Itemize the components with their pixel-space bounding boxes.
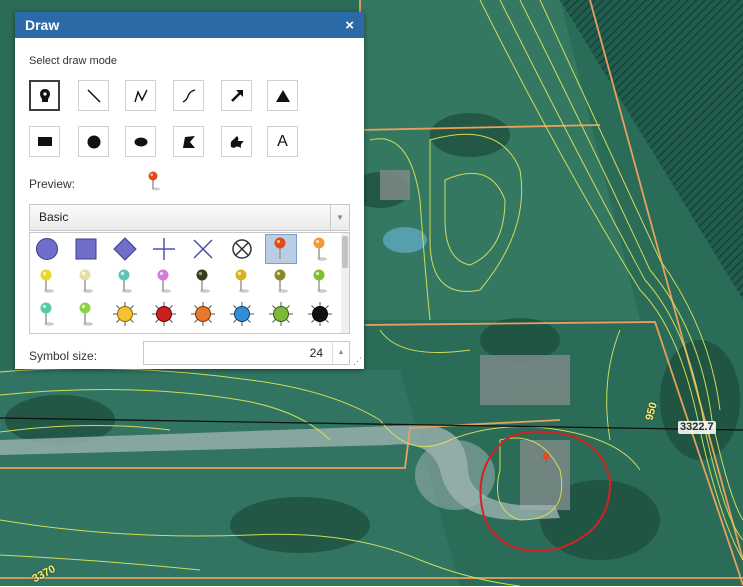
mode-rectangle-button[interactable]: [29, 126, 60, 157]
mode-freehand-polyline-button[interactable]: [173, 80, 204, 111]
mode-polyline-button[interactable]: [125, 80, 156, 111]
cross-symbol-icon: [153, 238, 175, 260]
symbol-sun-yellow[interactable]: [109, 299, 141, 329]
yellow-sun-icon: [113, 302, 137, 326]
line-icon: [86, 88, 101, 103]
symbol-sun-black[interactable]: [304, 299, 336, 329]
preview-symbol: [147, 170, 161, 197]
circle-x-symbol-icon: [232, 239, 252, 259]
symbol-cross[interactable]: [148, 234, 180, 264]
circle-symbol-icon: [36, 238, 58, 260]
chevron-up-icon[interactable]: ▲: [338, 342, 345, 364]
orange-sun-icon: [191, 302, 215, 326]
circle-icon: [87, 135, 100, 148]
symbol-circle-x[interactable]: [226, 234, 258, 264]
symbol-pin-teal[interactable]: [109, 266, 141, 296]
draw-mode-label: Select draw mode: [29, 55, 118, 67]
gold-pushpin-icon: [235, 269, 249, 293]
mode-line-button[interactable]: [78, 80, 109, 111]
symbol-sun-red[interactable]: [148, 299, 180, 329]
symbol-pin-lime[interactable]: [70, 299, 102, 329]
symbol-pin-red-selected[interactable]: [265, 234, 297, 264]
blue-sun-icon: [230, 302, 254, 326]
green-sun-icon: [269, 302, 293, 326]
scrollbar-thumb[interactable]: [342, 236, 348, 268]
mode-text-button[interactable]: A: [267, 126, 298, 157]
square-symbol-icon: [75, 238, 97, 260]
symbol-diamond[interactable]: [109, 234, 141, 264]
freehand-line-icon: [182, 88, 195, 103]
teal-pushpin-icon: [118, 269, 132, 293]
symbol-set-value: Basic: [39, 210, 69, 224]
chevron-down-icon[interactable]: ▼: [338, 364, 345, 369]
polyline-icon: [133, 89, 148, 102]
symbol-pin-mint[interactable]: [31, 299, 63, 329]
symbol-set-select[interactable]: Basic ▼: [29, 204, 350, 231]
diamond-symbol-icon: [113, 237, 137, 261]
olive-pushpin-icon: [274, 269, 288, 293]
symbol-circle[interactable]: [31, 234, 63, 264]
polygon-icon: [182, 135, 195, 148]
pond: [383, 227, 427, 253]
text-icon: A: [277, 132, 288, 150]
mode-freehand-polygon-button[interactable]: [221, 126, 252, 157]
symbol-pin-olive[interactable]: [265, 266, 297, 296]
black-sun-icon: [308, 302, 332, 326]
panel-title: Draw: [25, 17, 60, 33]
close-button[interactable]: ×: [345, 17, 354, 34]
resize-grip-icon[interactable]: ⋰: [353, 356, 362, 367]
panel-header: Draw ×: [15, 12, 364, 38]
symbol-pin-orange[interactable]: [304, 234, 336, 264]
mode-ellipse-button[interactable]: [125, 126, 156, 157]
draw-panel: Draw × Select draw mode A Preview: Basic…: [15, 12, 364, 369]
symbol-grid: [29, 232, 350, 334]
triangle-icon: [275, 89, 290, 102]
ellipse-icon: [134, 137, 147, 146]
cream-pushpin-icon: [79, 269, 93, 293]
symbol-pin-cream[interactable]: [70, 266, 102, 296]
lime-pushpin-icon: [79, 302, 93, 326]
symbol-sun-green[interactable]: [265, 299, 297, 329]
symbol-pin-black[interactable]: [187, 266, 219, 296]
red-pushpin-icon: [274, 237, 288, 261]
symbol-x[interactable]: [187, 234, 219, 264]
symbol-pin-pink[interactable]: [148, 266, 180, 296]
black-pushpin-icon: [196, 269, 210, 293]
freehand-polygon-icon: [230, 135, 244, 148]
mode-arrow-button[interactable]: [221, 80, 252, 111]
x-symbol-icon: [193, 239, 213, 259]
yellow-pushpin-icon: [40, 269, 54, 293]
symbol-pin-gold[interactable]: [226, 266, 258, 296]
mode-point-button[interactable]: [29, 80, 60, 111]
pushpin-icon: [39, 88, 50, 102]
green-pushpin-icon: [313, 269, 327, 293]
preview-label: Preview:: [29, 177, 76, 191]
symbol-size-value: 24: [309, 346, 323, 360]
symbol-square[interactable]: [70, 234, 102, 264]
symbol-pin-yellow[interactable]: [31, 266, 63, 296]
symbol-grid-scrollbar[interactable]: [341, 233, 349, 333]
measurement-label: 3322.7: [678, 421, 716, 434]
symbol-sun-orange[interactable]: [187, 299, 219, 329]
symbol-size-label: Symbol size:: [29, 349, 98, 363]
symbol-sun-blue[interactable]: [226, 299, 258, 329]
symbol-size-input[interactable]: 24 ▲ ▼: [143, 341, 350, 365]
mode-circle-button[interactable]: [78, 126, 109, 157]
symbol-size-stepper[interactable]: ▲ ▼: [332, 342, 349, 364]
red-sun-icon: [152, 302, 176, 326]
red-pushpin-icon: [148, 171, 160, 191]
rectangle-icon: [37, 137, 52, 146]
symbol-pin-green[interactable]: [304, 266, 336, 296]
orange-pushpin-icon: [313, 237, 327, 261]
arrow-icon: [230, 89, 243, 102]
mint-pushpin-icon: [40, 302, 54, 326]
mode-triangle-button[interactable]: [267, 80, 298, 111]
mode-polygon-button[interactable]: [173, 126, 204, 157]
chevron-down-icon: ▼: [330, 205, 349, 230]
pink-pushpin-icon: [157, 269, 171, 293]
